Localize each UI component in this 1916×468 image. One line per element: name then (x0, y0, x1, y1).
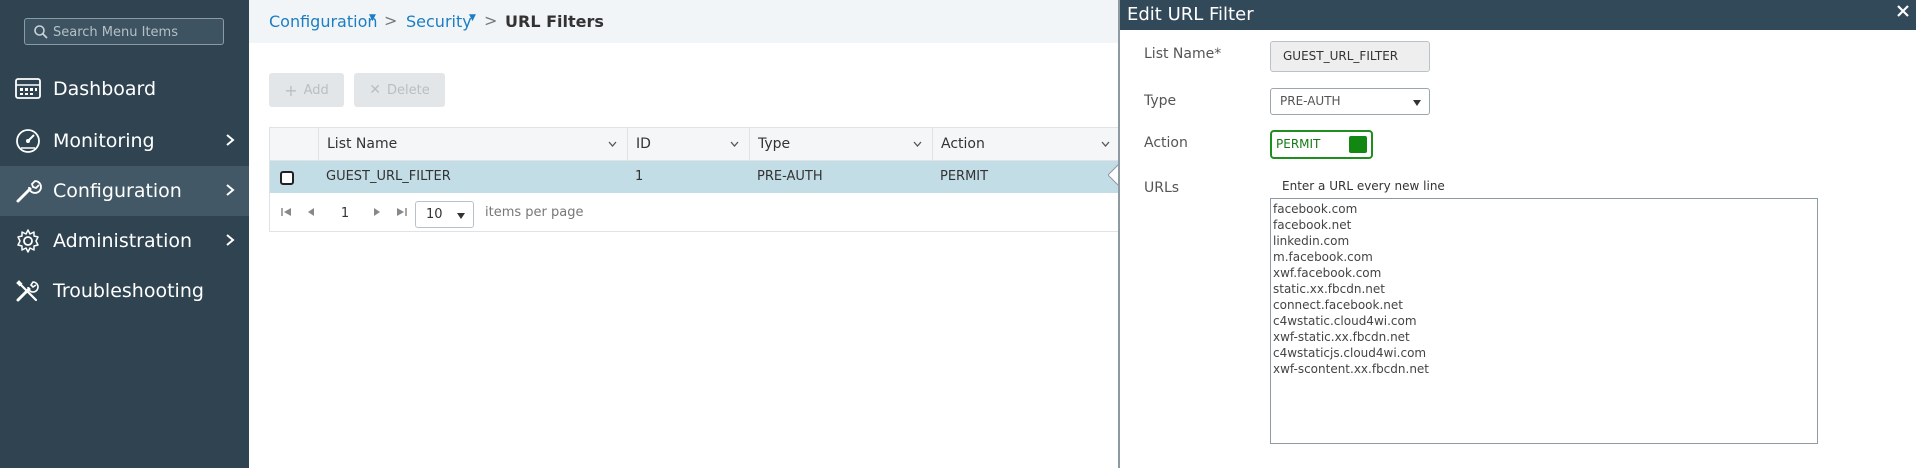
add-button[interactable]: + Add (269, 73, 344, 107)
caret-down-icon[interactable]: ▼ (369, 13, 376, 23)
nav-item-monitoring[interactable]: Monitoring (0, 116, 249, 166)
url-line: xwf-scontent.xx.fbcdn.net (1273, 362, 1430, 376)
url-line: m.facebook.com (1273, 250, 1373, 264)
dashboard-icon (15, 78, 41, 99)
list-name-field: GUEST_URL_FILTER (1270, 41, 1430, 72)
monitoring-icon (16, 129, 40, 153)
type-label: Type (1144, 93, 1177, 109)
nav-label-dashboard: Dashboard (53, 78, 157, 100)
nav-item-dashboard[interactable]: Dashboard (0, 64, 249, 114)
url-line: c4wstatic.cloud4wi.com (1273, 314, 1417, 328)
url-line: xwf-static.xx.fbcdn.net (1273, 330, 1410, 344)
search-box[interactable] (24, 18, 224, 45)
caret-down-icon (457, 213, 465, 219)
breadcrumb-security[interactable]: Security (406, 12, 472, 31)
pager: 1 10 items per page (270, 194, 1120, 232)
per-page-label: items per page (485, 205, 584, 220)
column-label: ID (636, 136, 651, 152)
select-column-header (270, 128, 318, 161)
page-number[interactable]: 1 (334, 202, 356, 226)
search-icon (34, 25, 48, 39)
column-header-type[interactable]: Type (749, 128, 932, 161)
add-button-label: Add (303, 82, 329, 98)
configuration-icon (16, 180, 42, 203)
next-page-icon[interactable] (370, 205, 384, 219)
nav-label-troubleshooting: Troubleshooting (53, 280, 204, 302)
nav-label-configuration: Configuration (53, 180, 182, 202)
column-header-action[interactable]: Action (932, 128, 1120, 161)
column-header-id[interactable]: ID (627, 128, 749, 161)
type-select[interactable]: PRE-AUTH (1270, 88, 1430, 115)
table-header: List Name ID Type Action (270, 128, 1120, 161)
chevron-right-icon (226, 184, 235, 196)
action-label: Action (1144, 135, 1188, 151)
delete-button[interactable]: ✕ Delete (354, 73, 445, 107)
gear-icon (17, 229, 39, 253)
table-row[interactable]: GUEST_URL_FILTER 1 PRE-AUTH PERMIT (270, 161, 1120, 193)
chevron-right-icon (226, 134, 235, 146)
plus-icon: + (284, 80, 298, 100)
chevron-down-icon[interactable] (730, 141, 739, 147)
action-toggle[interactable]: PERMIT (1270, 130, 1373, 159)
cell-id: 1 (635, 169, 644, 184)
troubleshooting-icon (16, 280, 39, 302)
urls-textarea[interactable]: facebook.com facebook.net linkedin.com m… (1270, 198, 1818, 444)
url-line: facebook.net (1273, 218, 1352, 232)
column-label: Type (758, 136, 791, 152)
cell-list-name: GUEST_URL_FILTER (326, 169, 451, 184)
url-line: xwf.facebook.com (1273, 266, 1382, 280)
search-input[interactable] (53, 22, 218, 42)
panel-header: Edit URL Filter (1120, 0, 1916, 30)
delete-button-label: Delete (387, 82, 430, 98)
column-label: Action (941, 136, 985, 152)
cell-type: PRE-AUTH (757, 169, 823, 184)
panel-title: Edit URL Filter (1127, 4, 1254, 25)
url-line: c4wstaticjs.cloud4wi.com (1273, 346, 1427, 360)
column-header-list-name[interactable]: List Name (318, 128, 627, 161)
url-line: facebook.com (1273, 202, 1358, 216)
breadcrumb: Configuration ▼ > Security ▼ > URL Filte… (249, 0, 1119, 43)
caret-down-icon[interactable]: ▼ (469, 13, 476, 23)
breadcrumb-configuration[interactable]: Configuration (269, 12, 378, 31)
close-icon: ✕ (369, 82, 381, 98)
main-content: Configuration ▼ > Security ▼ > URL Filte… (249, 0, 1120, 468)
close-icon[interactable] (1896, 4, 1910, 18)
breadcrumb-separator: > (484, 11, 498, 30)
url-line: static.xx.fbcdn.net (1273, 282, 1385, 296)
nav-item-administration[interactable]: Administration (0, 216, 249, 266)
url-line: linkedin.com (1273, 234, 1350, 248)
previous-page-icon[interactable] (304, 205, 318, 219)
type-select-value: PRE-AUTH (1280, 94, 1341, 108)
edit-url-filter-panel: Edit URL Filter List Name* GUEST_URL_FIL… (1118, 0, 1916, 468)
nav-item-troubleshooting[interactable]: Troubleshooting (0, 266, 249, 316)
first-page-icon[interactable] (280, 205, 294, 219)
breadcrumb-separator: > (384, 11, 398, 30)
urls-hint: Enter a URL every new line (1282, 179, 1445, 193)
column-label: List Name (327, 136, 398, 152)
url-line: connect.facebook.net (1273, 298, 1403, 312)
page-title: URL Filters (505, 12, 604, 31)
urls-label: URLs (1144, 180, 1180, 196)
caret-down-icon (1413, 100, 1421, 106)
page-size-select[interactable]: 10 (415, 201, 474, 228)
nav-label-monitoring: Monitoring (53, 130, 155, 152)
chevron-down-icon[interactable] (913, 141, 922, 147)
list-name-label: List Name* (1144, 46, 1222, 62)
action-toggle-label: PERMIT (1276, 137, 1321, 151)
last-page-icon[interactable] (394, 205, 408, 219)
chevron-right-icon (226, 234, 235, 246)
cell-action: PERMIT (940, 169, 989, 184)
chevron-down-icon[interactable] (608, 141, 617, 147)
url-filter-table: List Name ID Type Action GUEST_URL_FILTE… (269, 127, 1120, 232)
page-size-value: 10 (426, 207, 443, 222)
sidebar: Dashboard Monitoring Configuration Admin… (0, 0, 249, 468)
toggle-knob (1349, 136, 1367, 153)
nav-label-administration: Administration (53, 230, 193, 252)
chevron-down-icon[interactable] (1101, 141, 1110, 147)
nav-item-configuration[interactable]: Configuration (0, 166, 249, 216)
row-checkbox[interactable] (280, 171, 294, 185)
